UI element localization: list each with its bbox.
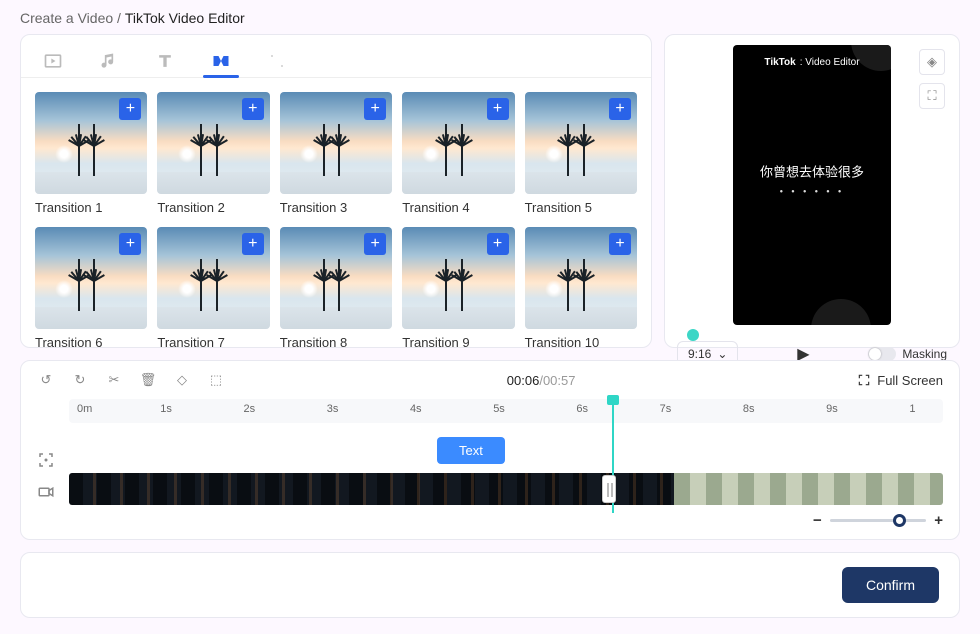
transition-item[interactable]: + Transition 2 <box>157 92 269 215</box>
transition-thumb[interactable]: + <box>525 92 637 194</box>
ruler-tick: 8s <box>735 403 755 415</box>
ruler-tick: 7s <box>652 403 672 415</box>
preview-canvas[interactable]: TikTok: Video Editor 你曾想去体验很多 • • • • • … <box>733 45 891 325</box>
transition-item[interactable]: + Transition 4 <box>402 92 514 215</box>
fullscreen-button[interactable]: Full Screen <box>857 373 943 388</box>
tab-transition[interactable] <box>207 45 235 77</box>
chevron-down-icon: ⌄ <box>717 347 727 361</box>
transition-thumb[interactable]: + <box>280 227 392 329</box>
transition-label: Transition 5 <box>525 200 637 215</box>
add-transition-button[interactable]: + <box>609 98 631 120</box>
breadcrumb: Create a Video / TikTok Video Editor <box>0 0 980 34</box>
transition-label: Transition 2 <box>157 200 269 215</box>
add-transition-button[interactable]: + <box>242 233 264 255</box>
focus-track-icon[interactable] <box>37 451 55 469</box>
timeline-ruler[interactable]: 0m 1s 2s 3s 4s 5s 6s 7s 8s 9s 1 <box>69 399 943 423</box>
preview-body-text: 你曾想去体验很多 • • • • • • <box>733 162 891 197</box>
transition-thumb[interactable]: + <box>35 92 147 194</box>
video-track[interactable] <box>69 473 943 505</box>
transition-item[interactable]: + Transition 1 <box>35 92 147 215</box>
ruler-tick: 6s <box>568 403 588 415</box>
text-clip[interactable]: Text <box>437 437 505 464</box>
ruler-tick: 5s <box>485 403 505 415</box>
add-transition-button[interactable]: + <box>364 233 386 255</box>
asset-tabs <box>21 35 651 78</box>
undo-button[interactable]: ↺ <box>37 371 55 389</box>
transition-gallery[interactable]: +Transition 1+Transition 2+Transition 3+… <box>21 78 651 347</box>
transition-label: Transition 7 <box>157 335 269 347</box>
video-track-icon[interactable] <box>37 483 55 501</box>
split-button[interactable]: ✂ <box>105 371 123 389</box>
transition-label: Transition 10 <box>525 335 637 347</box>
transition-label: Transition 8 <box>280 335 392 347</box>
transition-label: Transition 4 <box>402 200 514 215</box>
zoom-out-button[interactable]: − <box>813 512 822 529</box>
timeline-zoom[interactable]: − + <box>813 513 943 527</box>
transition-thumb[interactable]: + <box>525 227 637 329</box>
transition-item[interactable]: + Transition 10 <box>525 227 637 347</box>
preview-panel: ◈ ⛶ TikTok: Video Editor 你曾想去体验很多 • • • … <box>664 34 960 348</box>
erase-button[interactable]: ◇ <box>173 371 191 389</box>
masking-label: Masking <box>902 347 947 361</box>
confirm-button[interactable]: Confirm <box>842 567 939 603</box>
transition-item[interactable]: + Transition 6 <box>35 227 147 347</box>
ruler-tick: 9s <box>818 403 838 415</box>
add-transition-button[interactable]: + <box>487 98 509 120</box>
add-transition-button[interactable]: + <box>364 98 386 120</box>
tab-audio[interactable] <box>95 45 123 77</box>
video-clip-1[interactable] <box>69 473 674 505</box>
tab-media[interactable] <box>39 45 67 77</box>
breadcrumb-root[interactable]: Create a Video <box>20 10 113 26</box>
ruler-tick: 2s <box>235 403 255 415</box>
transition-item[interactable]: + Transition 5 <box>525 92 637 215</box>
transition-thumb[interactable]: + <box>157 227 269 329</box>
breadcrumb-current: TikTok Video Editor <box>125 10 245 26</box>
ruler-tick: 1 <box>901 403 915 415</box>
ruler-tick: 3s <box>319 403 339 415</box>
video-clip-2[interactable] <box>674 473 943 505</box>
transition-item[interactable]: + Transition 9 <box>402 227 514 347</box>
crop-clip-button[interactable]: ⬚ <box>207 371 225 389</box>
preview-brand: TikTok: Video Editor <box>733 57 891 68</box>
transition-item[interactable]: + Transition 8 <box>280 227 392 347</box>
transition-item[interactable]: + Transition 7 <box>157 227 269 347</box>
transition-label: Transition 9 <box>402 335 514 347</box>
zoom-in-button[interactable]: + <box>934 512 943 529</box>
ruler-tick: 0m <box>69 403 92 415</box>
ruler-tick: 4s <box>402 403 422 415</box>
transition-thumb[interactable]: + <box>402 227 514 329</box>
transition-label: Transition 1 <box>35 200 147 215</box>
transition-handle[interactable] <box>602 475 616 503</box>
zoom-slider[interactable] <box>830 519 926 522</box>
timeline-panel: ↺ ↻ ✂ 🗑 ◇ ⬚ 00:06/00:57 Full Screen 0m 1s… <box>20 360 960 540</box>
tab-effects[interactable] <box>263 45 291 77</box>
add-transition-button[interactable]: + <box>119 233 141 255</box>
redo-button[interactable]: ↻ <box>71 371 89 389</box>
transition-thumb[interactable]: + <box>157 92 269 194</box>
add-transition-button[interactable]: + <box>609 233 631 255</box>
asset-panel: +Transition 1+Transition 2+Transition 3+… <box>20 34 652 348</box>
crop-icon[interactable]: ⛶ <box>919 83 945 109</box>
delete-button[interactable]: 🗑 <box>139 371 157 389</box>
transition-label: Transition 6 <box>35 335 147 347</box>
tab-text[interactable] <box>151 45 179 77</box>
transition-thumb[interactable]: + <box>280 92 392 194</box>
action-bar: Confirm <box>20 552 960 618</box>
add-transition-button[interactable]: + <box>487 233 509 255</box>
add-transition-button[interactable]: + <box>242 98 264 120</box>
layers-icon[interactable]: ◈ <box>919 49 945 75</box>
add-transition-button[interactable]: + <box>119 98 141 120</box>
transition-thumb[interactable]: + <box>402 92 514 194</box>
transition-thumb[interactable]: + <box>35 227 147 329</box>
ruler-tick: 1s <box>152 403 172 415</box>
timeline-time: 00:06/00:57 <box>241 373 841 388</box>
masking-toggle[interactable] <box>868 347 896 361</box>
transition-label: Transition 3 <box>280 200 392 215</box>
transition-item[interactable]: + Transition 3 <box>280 92 392 215</box>
